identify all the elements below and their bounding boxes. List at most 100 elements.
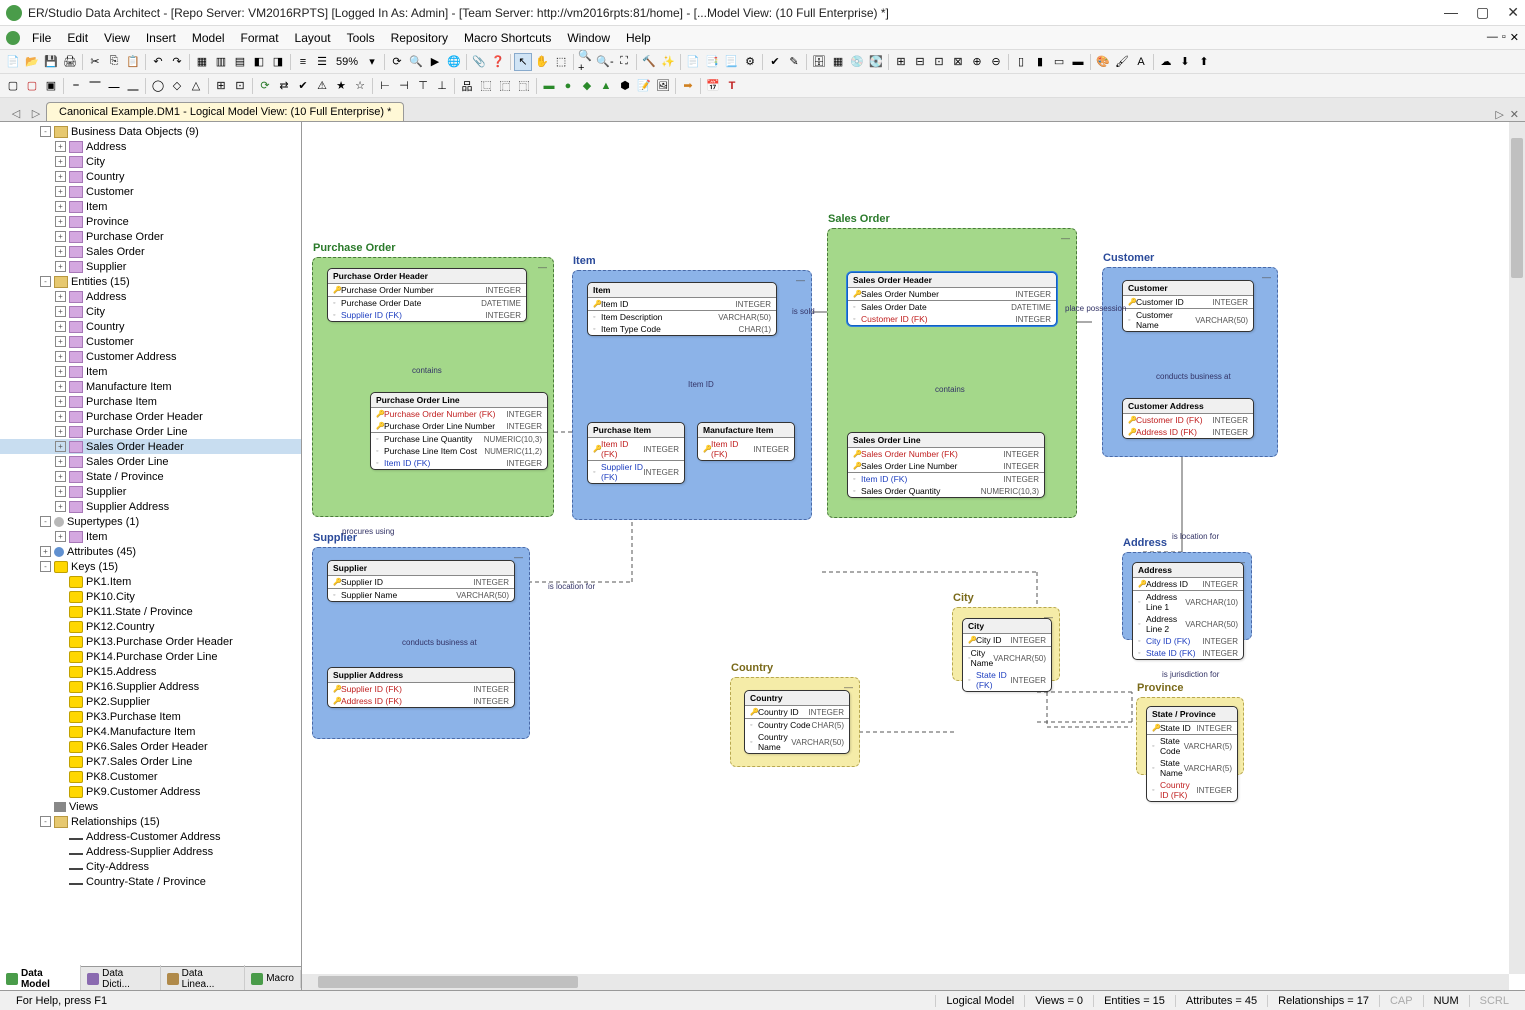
tree-node[interactable]: +Country xyxy=(0,319,301,334)
gear-icon[interactable]: ⚙ xyxy=(741,53,759,71)
color2-icon[interactable]: 🖌 xyxy=(1113,53,1131,71)
tree-node[interactable]: PK11.State / Province xyxy=(0,604,301,619)
tree-node[interactable]: City-Address xyxy=(0,859,301,874)
mdi-close[interactable]: ✕ xyxy=(1510,31,1519,44)
warn-icon[interactable]: ⚠ xyxy=(313,77,331,95)
scrollbar-thumb[interactable] xyxy=(318,976,578,988)
tree-node[interactable]: PK7.Sales Order Line xyxy=(0,754,301,769)
copy-icon[interactable]: ⎘ xyxy=(105,53,123,71)
tool-b[interactable]: ▥ xyxy=(212,53,230,71)
tree-node[interactable]: PK8.Customer xyxy=(0,769,301,784)
tab-prev[interactable]: ◁ xyxy=(8,105,24,121)
open-icon[interactable]: 📂 xyxy=(23,53,41,71)
minimize-icon[interactable]: — xyxy=(1262,272,1271,282)
vertical-scrollbar[interactable] xyxy=(1509,122,1525,974)
entity-customer-address[interactable]: Customer Address🔑Customer ID (FK)INTEGER… xyxy=(1122,398,1254,439)
repo3-icon[interactable]: ⬆ xyxy=(1195,53,1213,71)
tree-node[interactable]: Country-State / Province xyxy=(0,874,301,889)
shape-hex-icon[interactable]: ⬢ xyxy=(616,77,634,95)
tree-node[interactable]: +Attributes (45) xyxy=(0,544,301,559)
img-icon[interactable]: 🖼 xyxy=(654,77,672,95)
repo1-icon[interactable]: ☁ xyxy=(1157,53,1175,71)
menu-window[interactable]: Window xyxy=(559,29,618,47)
sidetab-data-dict[interactable]: Data Dicti... xyxy=(81,965,161,991)
tree-node[interactable]: +Address xyxy=(0,139,301,154)
repo2-icon[interactable]: ⬇ xyxy=(1176,53,1194,71)
tree1-icon[interactable]: ⊢ xyxy=(376,77,394,95)
tree-node[interactable]: +Purchase Order Line xyxy=(0,424,301,439)
tab-next[interactable]: ▷ xyxy=(28,105,44,121)
tool-e[interactable]: ◨ xyxy=(269,53,287,71)
tree-node[interactable]: +City xyxy=(0,304,301,319)
entity-supplier-address[interactable]: Supplier Address🔑Supplier ID (FK)INTEGER… xyxy=(327,667,515,708)
entity-purchase-item[interactable]: Purchase Item🔑Item ID (FK)INTEGER◦Suppli… xyxy=(587,422,685,484)
note-icon[interactable]: 📝 xyxy=(635,77,653,95)
maximize-button[interactable]: ▢ xyxy=(1476,4,1489,21)
tree-node[interactable]: PK16.Supplier Address xyxy=(0,679,301,694)
align3-icon[interactable]: ▭ xyxy=(1050,53,1068,71)
menu-insert[interactable]: Insert xyxy=(138,29,184,47)
tree-node[interactable]: PK2.Supplier xyxy=(0,694,301,709)
hier1-icon[interactable]: 品 xyxy=(458,77,476,95)
tree-node[interactable]: +Country xyxy=(0,169,301,184)
shape-circle-icon[interactable]: ● xyxy=(559,77,577,95)
tree-node[interactable]: +Customer xyxy=(0,184,301,199)
save-icon[interactable]: 💾 xyxy=(42,53,60,71)
disk-icon[interactable]: 💿 xyxy=(848,53,866,71)
tree-node[interactable]: -Entities (15) xyxy=(0,274,301,289)
tree-node[interactable]: +Purchase Item xyxy=(0,394,301,409)
tree-node[interactable]: +Province xyxy=(0,214,301,229)
tree-node[interactable]: +City xyxy=(0,154,301,169)
zoom-field[interactable]: 59% xyxy=(332,56,362,68)
tree-node[interactable]: Views xyxy=(0,799,301,814)
tool-d[interactable]: ◧ xyxy=(250,53,268,71)
tree-node[interactable]: +Supplier xyxy=(0,259,301,274)
minimize-button[interactable]: — xyxy=(1444,4,1458,21)
tab-close[interactable]: ✕ xyxy=(1510,108,1519,121)
pencil-icon[interactable]: ✎ xyxy=(785,53,803,71)
tree-node[interactable]: PK12.Country xyxy=(0,619,301,634)
marquee-icon[interactable]: ⬚ xyxy=(552,53,570,71)
menu-model[interactable]: Model xyxy=(184,29,233,47)
rel4-icon[interactable]: ⎽ xyxy=(124,77,142,95)
cut-icon[interactable]: ✂ xyxy=(86,53,104,71)
entity-sales-order-line[interactable]: Sales Order Line🔑Sales Order Number (FK)… xyxy=(847,432,1045,498)
menu-view[interactable]: View xyxy=(96,29,138,47)
tree-node[interactable]: +Item xyxy=(0,364,301,379)
tree-node[interactable]: +Supplier Address xyxy=(0,499,301,514)
tree-node[interactable]: +Sales Order xyxy=(0,244,301,259)
tree-node[interactable]: -Keys (15) xyxy=(0,559,301,574)
shape-tri-icon[interactable]: ▲ xyxy=(597,77,615,95)
minimize-icon[interactable]: — xyxy=(1061,233,1070,243)
ent-icon[interactable]: ▢ xyxy=(4,77,22,95)
tree-node[interactable]: Address-Supplier Address xyxy=(0,844,301,859)
minimize-icon[interactable]: — xyxy=(796,275,805,285)
tree-node[interactable]: +Manufacture Item xyxy=(0,379,301,394)
tree-node[interactable]: +Supplier xyxy=(0,484,301,499)
layers-icon[interactable]: ≡ xyxy=(294,53,312,71)
horizontal-scrollbar[interactable] xyxy=(302,974,1509,990)
shape-rect-icon[interactable]: ▬ xyxy=(540,77,558,95)
tree-node[interactable]: +Item xyxy=(0,199,301,214)
zoom-in-icon[interactable]: 🔍+ xyxy=(577,53,595,71)
entity-manufacture-item[interactable]: Manufacture Item🔑Item ID (FK)INTEGER xyxy=(697,422,795,461)
zoom-out-icon[interactable]: 🔍- xyxy=(596,53,614,71)
entity-country[interactable]: Country🔑Country IDINTEGER◦Country CodeCH… xyxy=(744,690,850,754)
tree-node[interactable]: +Sales Order Header xyxy=(0,439,301,454)
globe-icon[interactable]: 🌐 xyxy=(445,53,463,71)
menu-repository[interactable]: Repository xyxy=(383,29,456,47)
tree-node[interactable]: +Customer xyxy=(0,334,301,349)
layout1-icon[interactable]: ⊞ xyxy=(892,53,910,71)
sync-icon[interactable]: ⇄ xyxy=(275,77,293,95)
check-icon[interactable]: ✔ xyxy=(766,53,784,71)
print-icon[interactable]: 🖨 xyxy=(61,53,79,71)
menu-macro-shortcuts[interactable]: Macro Shortcuts xyxy=(456,29,559,47)
menu-help[interactable]: Help xyxy=(618,29,659,47)
tree-node[interactable]: -Supertypes (1) xyxy=(0,514,301,529)
entity-supplier[interactable]: Supplier🔑Supplier IDINTEGER◦Supplier Nam… xyxy=(327,560,515,602)
tree-node[interactable]: PK1.Item xyxy=(0,574,301,589)
entity-purchase-order-line[interactable]: Purchase Order Line🔑Purchase Order Numbe… xyxy=(370,392,548,470)
redo-icon[interactable]: ↷ xyxy=(168,53,186,71)
rel2-icon[interactable]: ⎻ xyxy=(86,77,104,95)
scrollbar-thumb[interactable] xyxy=(1511,138,1523,278)
